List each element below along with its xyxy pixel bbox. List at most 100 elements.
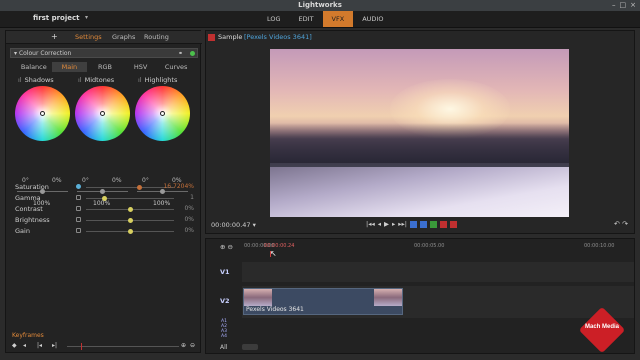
tab-vfx[interactable]: VFX — [322, 11, 354, 27]
saturation-slider[interactable] — [86, 187, 174, 188]
saturation-keyframe-icon[interactable] — [76, 184, 81, 189]
gamma-value[interactable]: 1 — [190, 194, 194, 201]
clip-thumbnail-start — [244, 289, 272, 306]
step-back-icon[interactable]: ◂ — [378, 220, 381, 229]
timecode[interactable]: 00:00:00.47 ▾ — [211, 221, 256, 229]
tab-balance[interactable]: Balance — [16, 62, 52, 72]
midtones-label: Midtones — [84, 76, 115, 84]
midtones-amount: 0% — [112, 177, 122, 184]
minimize-button[interactable]: – — [612, 1, 616, 10]
mark-out-icon[interactable] — [419, 221, 427, 228]
shadows-color-wheel[interactable] — [15, 86, 70, 141]
track-v2-label[interactable]: V2 — [220, 297, 230, 305]
play-icon[interactable]: ▶ — [384, 220, 389, 229]
highlights-color-wheel[interactable] — [135, 86, 190, 141]
zoom-in-icon[interactable]: ⊕ — [181, 342, 186, 350]
contrast-slider-knob[interactable] — [128, 207, 133, 212]
tab-audio[interactable]: AUDIO — [353, 11, 392, 27]
go-to-start-icon[interactable]: |◂◂ — [366, 220, 375, 229]
timeline-panel: ⊕ ⊖ 00:00:00.00 00:00:05.00 00:00:10.00 … — [205, 238, 635, 354]
midtones-color-wheel[interactable] — [75, 86, 130, 141]
brightness-value[interactable]: 0% — [184, 216, 194, 223]
track-v1-lane[interactable] — [242, 262, 634, 282]
gain-slider-knob[interactable] — [128, 229, 133, 234]
step-forward-icon[interactable]: ▸ — [392, 220, 395, 229]
saturation-slider-knob[interactable] — [136, 185, 142, 190]
mouse-cursor-icon: ↖ — [270, 249, 277, 258]
ruler-tick-5s: 00:00:05.00 — [414, 243, 445, 249]
first-keyframe-icon[interactable]: |◂ — [37, 342, 42, 350]
keyframes-label: Keyframes — [12, 332, 44, 339]
video-frame[interactable] — [270, 49, 569, 217]
undo-redo-icon[interactable]: ↶ ↷ — [614, 220, 628, 228]
add-keyframe-icon[interactable]: ◆ — [12, 342, 17, 350]
tab-main[interactable]: Main — [51, 62, 88, 72]
panel-tabs: + Settings Graphs Routing — [6, 31, 202, 44]
window-title: Lightworks — [298, 1, 342, 9]
tab-routing[interactable]: Routing — [144, 33, 169, 41]
tab-edit[interactable]: EDIT — [290, 11, 323, 27]
colour-tabs: Balance Main RGB HSV Curves — [16, 62, 194, 72]
zoom-out-icon[interactable]: ⊖ — [190, 342, 195, 350]
tab-log[interactable]: LOG — [258, 11, 290, 27]
brightness-label: Brightness — [15, 216, 50, 224]
tab-hsv[interactable]: HSV — [123, 62, 159, 72]
close-button[interactable]: × — [630, 1, 636, 10]
timeline-scrollbar[interactable] — [242, 344, 258, 350]
brightness-keyframe-icon[interactable] — [76, 217, 81, 222]
chevron-down-icon[interactable]: ▾ — [85, 14, 88, 21]
gain-value[interactable]: 0% — [184, 227, 194, 234]
window-controls: – □ × — [612, 1, 636, 10]
project-name[interactable]: first project — [33, 14, 80, 22]
chevron-down-icon[interactable]: ▾ — [253, 221, 256, 229]
tab-settings[interactable]: Settings — [75, 33, 102, 41]
brightness-slider-knob[interactable] — [128, 218, 133, 223]
gain-keyframe-icon[interactable] — [76, 228, 81, 233]
wheel-handle[interactable] — [40, 111, 45, 116]
shadows-label: Shadows — [24, 76, 54, 84]
gamma-keyframe-icon[interactable] — [76, 195, 81, 200]
maximize-button[interactable]: □ — [620, 1, 627, 10]
effects-panel: + Settings Graphs Routing ▾ Colour Corre… — [5, 30, 202, 353]
effect-enabled-toggle[interactable] — [190, 51, 195, 56]
link-icon[interactable]: ⚭ — [178, 49, 183, 58]
viewer-name: Sample — [218, 33, 243, 41]
wheel-handle[interactable] — [160, 111, 165, 116]
effect-header[interactable]: ▾ Colour Correction ⚭ — [10, 48, 198, 58]
delete-icon[interactable] — [449, 221, 457, 228]
next-keyframe-icon[interactable]: ▸| — [52, 342, 57, 350]
gamma-slider[interactable] — [86, 198, 174, 199]
gamma-slider-knob[interactable] — [101, 196, 107, 201]
contrast-value[interactable]: 0% — [184, 205, 194, 212]
replace-icon[interactable] — [439, 221, 447, 228]
track-v1-label[interactable]: V1 — [220, 268, 230, 276]
add-effect-button[interactable]: + — [51, 32, 58, 41]
highlights-header: ıl Highlights — [138, 76, 177, 84]
contrast-keyframe-icon[interactable] — [76, 206, 81, 211]
tab-curves[interactable]: Curves — [158, 62, 194, 72]
wheel-handle[interactable] — [100, 111, 105, 116]
go-to-end-icon[interactable]: ▸▸| — [398, 220, 407, 229]
levels-icon: ıl — [18, 76, 22, 84]
viewer-tile-icon[interactable] — [208, 34, 215, 41]
track-a4-label[interactable]: A4 — [221, 334, 227, 339]
keyframe-track[interactable] — [67, 346, 179, 347]
timeline-ruler[interactable]: 00:00:00.00 00:00:05.00 00:00:10.00 00:0… — [242, 242, 634, 253]
contrast-label: Contrast — [15, 205, 43, 213]
tab-rgb[interactable]: RGB — [87, 62, 123, 72]
midtones-level: 100% — [93, 200, 111, 207]
previous-keyframe-icon[interactable]: ◂ — [23, 342, 26, 350]
midtones-level-knob[interactable] — [100, 189, 105, 194]
chevron-down-icon[interactable]: ▾ — [14, 50, 17, 57]
clip-thumbnail-end — [374, 289, 402, 306]
viewer-clip-name: [Pexels Videos 3641] — [244, 33, 312, 41]
timeline-zoom-icon[interactable]: ⊕ ⊖ — [220, 243, 233, 251]
keyframe-bar: ◆ ◂ |◂ ▸| ⊕ ⊖ — [9, 342, 197, 351]
timeline-clip[interactable]: Pexels Videos 3641 — [243, 288, 403, 315]
shadows-amount: 0% — [52, 177, 62, 184]
mark-in-icon[interactable] — [409, 221, 417, 228]
tab-graphs[interactable]: Graphs — [112, 33, 135, 41]
all-tracks-label[interactable]: All — [220, 344, 227, 351]
saturation-value[interactable]: 16.7204% — [163, 183, 194, 190]
insert-icon[interactable] — [429, 221, 437, 228]
